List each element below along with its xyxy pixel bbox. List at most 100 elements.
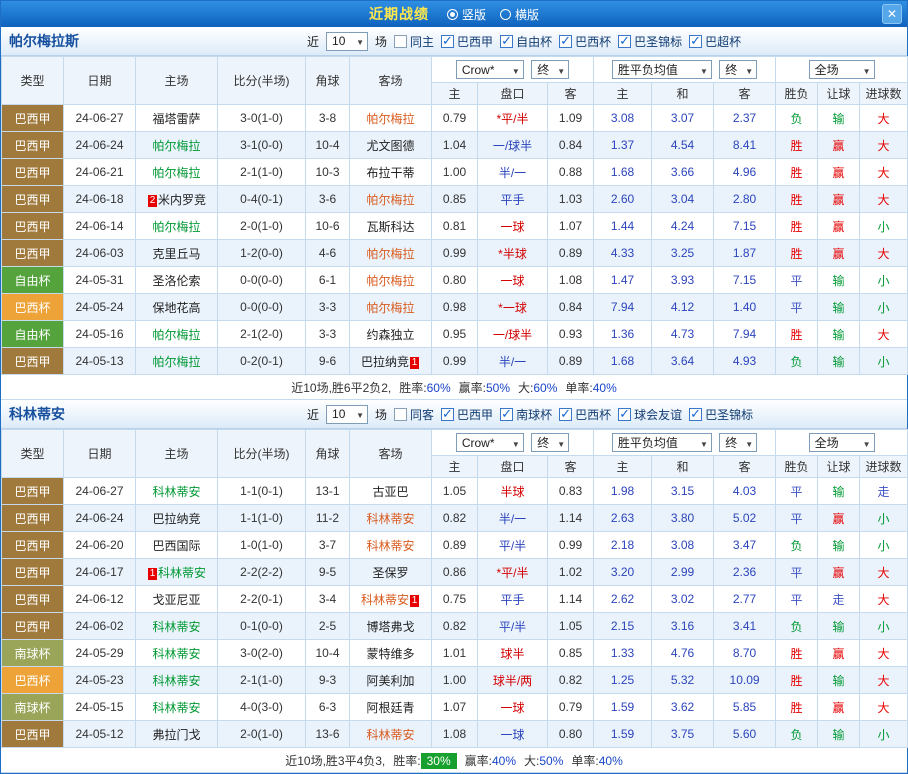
match-row: 巴西甲24-05-13帕尔梅拉0-2(0-1)9-6巴拉纳竞10.99半/一0.… xyxy=(2,348,908,375)
goals-result-cell: 大 xyxy=(860,694,908,721)
league-checkbox[interactable]: 巴西甲 xyxy=(441,406,493,423)
same-venue-checkbox[interactable]: 同客 xyxy=(394,406,434,423)
league-cell: 巴西甲 xyxy=(2,586,64,613)
league-checkbox[interactable]: 巴西杯 xyxy=(559,406,611,423)
euro-avg-select[interactable]: 胜平负均值 xyxy=(612,433,712,452)
euro-away-cell: 10.09 xyxy=(714,667,776,694)
away-team-cell: 科林蒂安 xyxy=(350,532,432,559)
league-checkbox[interactable]: 巴圣锦标 xyxy=(689,406,753,423)
date-cell: 24-06-24 xyxy=(64,132,136,159)
team-text: 博塔弗戈 xyxy=(366,620,414,634)
euro-time-select[interactable]: 终 xyxy=(719,60,757,79)
league-cell: 巴西甲 xyxy=(2,186,64,213)
close-button[interactable]: ✕ xyxy=(882,4,902,24)
ah-result-cell: 赢 xyxy=(818,240,860,267)
away-water-cell: 1.09 xyxy=(548,105,594,132)
league-checkbox[interactable]: 南球杯 xyxy=(500,406,552,423)
goals-result-cell: 小 xyxy=(860,505,908,532)
radio-horizontal[interactable]: 横版 xyxy=(500,6,539,23)
home-team-cell: 帕尔梅拉 xyxy=(136,348,218,375)
league-cell: 巴西甲 xyxy=(2,240,64,267)
league-checkbox[interactable]: 球会友谊 xyxy=(618,406,682,423)
ah-result-cell: 输 xyxy=(818,105,860,132)
home-water-cell: 0.89 xyxy=(432,532,478,559)
euro-away-cell: 2.77 xyxy=(714,586,776,613)
games-label: 场 xyxy=(375,406,387,423)
away-team-cell: 阿根廷青 xyxy=(350,694,432,721)
checked-checkbox-icon xyxy=(441,408,454,421)
odds-time-select[interactable]: 终 xyxy=(531,60,569,79)
league-cell: 巴西甲 xyxy=(2,559,64,586)
euro-home-cell: 1.98 xyxy=(594,478,652,505)
team-text: 科林蒂安 xyxy=(361,593,409,607)
league-cell: 南球杯 xyxy=(2,694,64,721)
league-checkbox[interactable]: 巴超杯 xyxy=(689,33,741,50)
result-cell: 胜 xyxy=(776,213,818,240)
match-count-select[interactable]: 10 xyxy=(326,405,368,424)
date-cell: 24-05-24 xyxy=(64,294,136,321)
team-text: 圣洛伦索 xyxy=(152,274,200,288)
euro-away-cell: 5.02 xyxy=(714,505,776,532)
full-match-select[interactable]: 全场 xyxy=(809,60,875,79)
euro-home-cell: 1.33 xyxy=(594,640,652,667)
near-label: 近 xyxy=(307,406,319,423)
date-cell: 24-06-14 xyxy=(64,213,136,240)
col-date: 日期 xyxy=(64,57,136,105)
score-cell: 0-4(0-1) xyxy=(218,186,306,213)
team-text: 保地花高 xyxy=(152,301,200,315)
euro-draw-cell: 3.93 xyxy=(652,267,714,294)
ah-result-cell: 输 xyxy=(818,532,860,559)
col-away: 客场 xyxy=(350,57,432,105)
ah-result-cell: 赢 xyxy=(818,132,860,159)
bookmaker-select[interactable]: Crow* xyxy=(456,433,524,452)
away-water-cell: 1.14 xyxy=(548,505,594,532)
match-count-select[interactable]: 10 xyxy=(326,32,368,51)
checked-checkbox-icon xyxy=(559,35,572,48)
same-venue-checkbox[interactable]: 同主 xyxy=(394,33,434,50)
team-text: 巴西国际 xyxy=(152,539,200,553)
home-team-cell: 克里丘马 xyxy=(136,240,218,267)
ah-result-cell: 输 xyxy=(818,267,860,294)
league-checkbox[interactable]: 巴圣锦标 xyxy=(618,33,682,50)
col-type: 类型 xyxy=(2,57,64,105)
summary-value: 50% xyxy=(539,754,563,768)
radio-vertical[interactable]: 竖版 xyxy=(447,6,486,23)
league-cell: 巴西杯 xyxy=(2,667,64,694)
home-team-cell: 弗拉门戈 xyxy=(136,721,218,748)
team-text: 科林蒂安 xyxy=(152,674,200,688)
league-checkbox[interactable]: 自由杯 xyxy=(500,33,552,50)
full-match-select[interactable]: 全场 xyxy=(809,433,875,452)
away-water-cell: 0.88 xyxy=(548,159,594,186)
away-team-cell: 帕尔梅拉 xyxy=(350,240,432,267)
goals-result-cell: 大 xyxy=(860,321,908,348)
team-text: 帕尔梅拉 xyxy=(152,166,200,180)
euro-odds-controls: 胜平负均值 终 xyxy=(594,430,776,456)
euro-avg-select[interactable]: 胜平负均值 xyxy=(612,60,712,79)
ah-result-cell: 输 xyxy=(818,321,860,348)
away-water-cell: 1.02 xyxy=(548,559,594,586)
col-result: 胜负 xyxy=(776,456,818,478)
col-handicap: 盘口 xyxy=(478,456,548,478)
league-checkbox[interactable]: 巴西杯 xyxy=(559,33,611,50)
odds-time-select[interactable]: 终 xyxy=(531,433,569,452)
score-cell: 3-1(0-0) xyxy=(218,132,306,159)
checked-checkbox-icon xyxy=(689,35,702,48)
recent-form-popup: 近期战绩 竖版 横版 ✕ 帕尔梅拉斯 近 10 场 同主 xyxy=(0,0,908,774)
date-cell: 24-06-03 xyxy=(64,240,136,267)
summary-item: 赢率:50% xyxy=(459,379,510,396)
euro-home-cell: 1.47 xyxy=(594,267,652,294)
euro-time-select[interactable]: 终 xyxy=(719,433,757,452)
checked-checkbox-icon xyxy=(500,408,513,421)
red-card-badge: 1 xyxy=(410,595,419,607)
away-team-cell: 约森独立 xyxy=(350,321,432,348)
away-water-cell: 0.82 xyxy=(548,667,594,694)
home-team-cell: 帕尔梅拉 xyxy=(136,159,218,186)
home-team-cell: 科林蒂安 xyxy=(136,613,218,640)
score-cell: 2-1(1-0) xyxy=(218,667,306,694)
league-cell: 巴西甲 xyxy=(2,105,64,132)
euro-away-cell: 3.41 xyxy=(714,613,776,640)
bookmaker-select[interactable]: Crow* xyxy=(456,60,524,79)
team-text: 帕尔梅拉 xyxy=(152,328,200,342)
handicap-cell: 球半/两 xyxy=(478,667,548,694)
league-checkbox[interactable]: 巴西甲 xyxy=(441,33,493,50)
